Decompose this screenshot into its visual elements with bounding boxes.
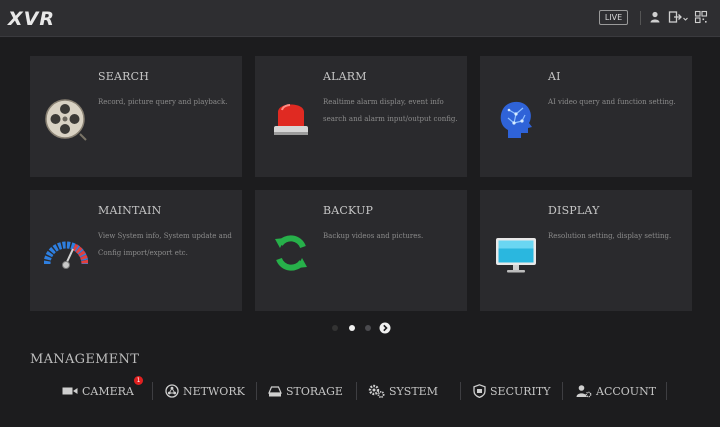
page-dot-active[interactable] [349, 325, 355, 331]
mgmt-network[interactable]: NETWORK [165, 382, 245, 400]
tile-title: BACKUP [323, 204, 374, 217]
tile-alarm[interactable]: ALARM Realtime alarm display, event info… [255, 56, 467, 177]
shield-icon [473, 384, 486, 398]
tile-display[interactable]: DISPLAY Resolution setting, display sett… [480, 190, 692, 311]
mgmt-divider [666, 382, 667, 400]
tile-maintain[interactable]: MAINTAIN View System info, System update… [30, 190, 242, 311]
gauge-icon [44, 241, 88, 269]
management-title: MANAGEMENT [30, 352, 140, 367]
mgmt-divider [460, 382, 461, 400]
page-prev-arrow[interactable] [332, 325, 338, 331]
monitor-icon [496, 238, 536, 273]
page-next-icon[interactable] [379, 322, 391, 334]
mgmt-label: SYSTEM [389, 384, 438, 398]
user-icon[interactable] [648, 10, 662, 24]
tile-description: Realtime alarm display, event info searc… [323, 98, 458, 123]
live-button[interactable]: LIVE [599, 10, 628, 25]
qr-code-icon[interactable] [694, 10, 708, 24]
mgmt-label: STORAGE [286, 384, 343, 398]
mgmt-divider [152, 382, 153, 400]
mgmt-label: ACCOUNT [596, 384, 657, 398]
tile-description: View System info, System update and Conf… [98, 232, 232, 257]
tile-search[interactable]: SEARCH Record, picture query and playbac… [30, 56, 242, 177]
mgmt-divider [562, 382, 563, 400]
tile-description: Resolution setting, display setting. [548, 232, 672, 240]
mgmt-storage[interactable]: STORAGE [268, 382, 343, 400]
alarm-siren-icon [274, 104, 308, 135]
logout-icon[interactable] [668, 10, 688, 24]
refresh-arrows-icon [275, 235, 307, 271]
tile-title: SEARCH [98, 70, 150, 83]
tile-description: AI video query and function setting. [548, 98, 676, 106]
mgmt-label: SECURITY [490, 384, 551, 398]
tile-title: AI [548, 70, 561, 83]
brand-logo: XVR [8, 8, 55, 30]
mgmt-system[interactable]: SYSTEM [368, 382, 438, 400]
page-dot[interactable] [365, 325, 371, 331]
gears-icon [368, 384, 385, 398]
topbar-divider [640, 11, 641, 25]
page-indicator [326, 322, 396, 334]
mgmt-divider [356, 382, 357, 400]
mgmt-security[interactable]: SECURITY [473, 382, 550, 400]
mgmt-divider [256, 382, 257, 400]
tile-title: MAINTAIN [98, 204, 162, 217]
film-reel-icon [45, 99, 87, 141]
network-icon [165, 384, 179, 398]
ai-head-icon [500, 101, 532, 138]
tile-description: Record, picture query and playback. [98, 98, 228, 106]
mgmt-account[interactable]: ACCOUNT [576, 382, 656, 400]
tile-backup[interactable]: BACKUP Backup videos and pictures. [255, 190, 467, 311]
tile-ai[interactable]: AI AI video query and function setting. [480, 56, 692, 177]
camera-icon [62, 387, 78, 395]
storage-icon [268, 386, 282, 397]
mgmt-label: NETWORK [183, 384, 245, 398]
mgmt-camera[interactable]: CAMERA [62, 382, 134, 400]
tile-title: ALARM [323, 70, 367, 83]
mgmt-label: CAMERA [82, 384, 134, 398]
main-menu: SEARCH Record, picture query and playbac… [0, 38, 720, 427]
camera-alert-badge: 1 [134, 376, 143, 385]
tile-description: Backup videos and pictures. [323, 232, 424, 240]
tile-title: DISPLAY [548, 204, 600, 217]
top-bar: XVR LIVE [0, 0, 720, 37]
account-icon [576, 385, 592, 398]
